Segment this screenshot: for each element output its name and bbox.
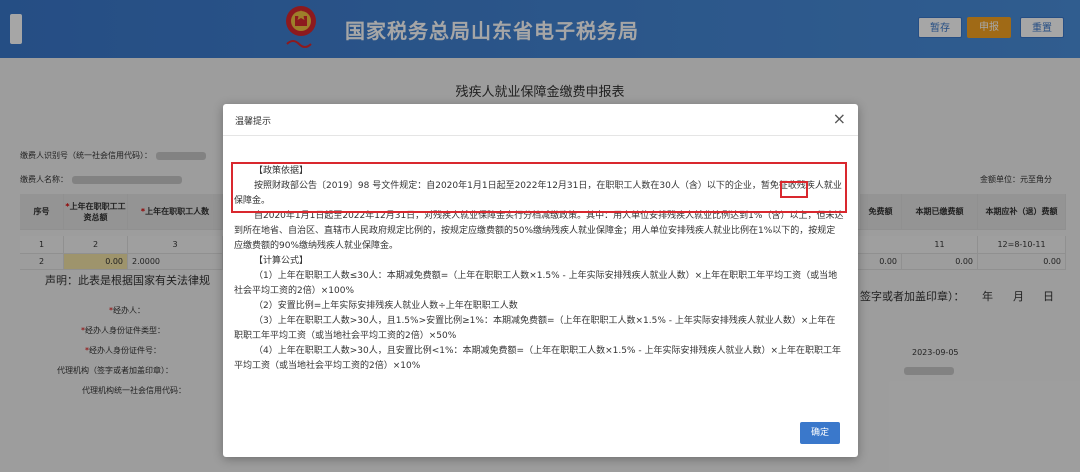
formula-item-1: （1）上年在职职工人数≤30人：本期减免费额=（上年在职职工人数×1.5% - …: [234, 271, 838, 296]
confirm-button[interactable]: 确定: [800, 422, 840, 444]
highlight-word-box: [780, 181, 808, 198]
policy-paragraph-2: 自2020年1月1日起至2022年12月31日，对残疾人就业保障金实行分档减缴政…: [234, 211, 844, 251]
formula-item-4: （4）上年在职职工人数>30人，且安置比例<1%：本期减免费额=（上年在职职工人…: [234, 346, 841, 371]
formula-item-2: （2）安置比例=上年实际安排残疾人就业人数÷上年在职职工人数: [254, 301, 518, 311]
formula-item-3: （3）上年在职职工人数>30人，且1.5%>安置比例≥1%：本期减免费额=（上年…: [234, 316, 836, 341]
notice-dialog: 温馨提示 × 【政策依据】 按照财政部公告〔2019〕98 号文件规定：自202…: [223, 104, 858, 457]
close-icon[interactable]: ×: [833, 110, 846, 128]
dialog-header: 温馨提示 ×: [223, 104, 858, 136]
formula-heading: 【计算公式】: [254, 256, 309, 266]
highlight-box: [231, 162, 847, 213]
dialog-title: 温馨提示: [235, 117, 272, 127]
